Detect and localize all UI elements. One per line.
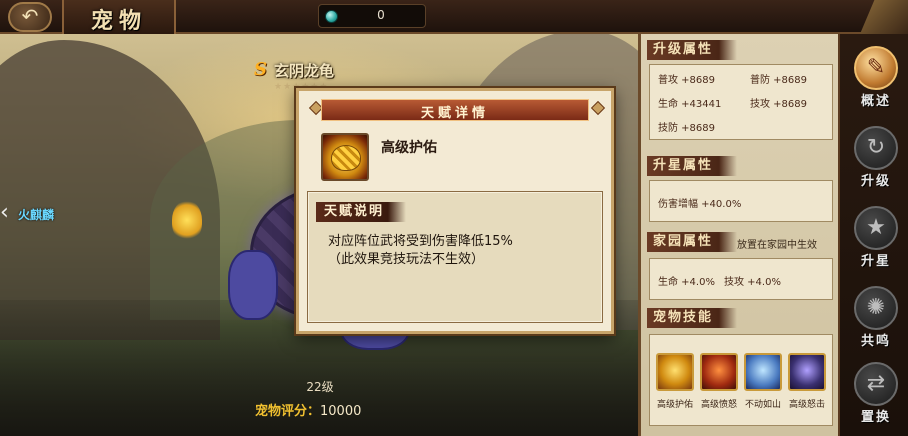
page-title: 宠物 xyxy=(90,8,147,34)
skill-label: 高级怒击 xyxy=(788,400,825,410)
tab-star[interactable]: ★ 升星 xyxy=(852,206,900,276)
prev-pet-name[interactable]: 火麒麟 xyxy=(18,206,54,223)
upgrade-attributes-title: 升级属性 xyxy=(647,40,738,60)
tab-label: 升级 xyxy=(860,174,891,189)
talent-description-line: 对应阵位武将受到伤害降低15% xyxy=(328,234,513,249)
pet-claw xyxy=(228,250,278,320)
prev-pet-arrow-icon[interactable]: ‹ xyxy=(0,195,16,231)
stat-value: 普防 +8689 xyxy=(750,75,808,86)
title-plate: 宠物 xyxy=(62,0,176,34)
side-tab-column: ✎ 概述 ↻ 升级 ★ 升星 ✺ 共鸣 ⇄ 置换 xyxy=(838,34,908,436)
top-bar: ↶ 宠物 0 xyxy=(0,0,908,34)
gem-icon xyxy=(325,10,338,23)
talent-description-box: 天赋说明 对应阵位武将受到伤害降低15% （此效果竞技玩法不生效） xyxy=(307,191,603,323)
talent-detail-dialog: 天赋详情 高级护佑 天赋说明 对应阵位武将受到伤害降低15% （此效果竞技玩法不… xyxy=(296,88,614,334)
stat-value: 技攻 +4.0% xyxy=(724,277,781,288)
scroll-icon: ✎ xyxy=(854,46,898,90)
currency-display: 0 xyxy=(318,4,426,28)
skill-strike-icon[interactable] xyxy=(788,353,826,391)
home-attributes-title: 家园属性 xyxy=(647,232,738,252)
tab-label: 概述 xyxy=(860,94,891,109)
tab-upgrade[interactable]: ↻ 升级 xyxy=(852,126,900,196)
upgrade-icon: ↻ xyxy=(854,126,898,170)
stat-value: 伤害增幅 +40.0% xyxy=(658,199,742,210)
back-arrow-icon: ↶ xyxy=(21,4,39,28)
tab-resonance[interactable]: ✺ 共鸣 xyxy=(852,286,900,356)
pet-level: 22级 xyxy=(306,380,334,394)
star-icon: ★ xyxy=(854,206,898,250)
swap-icon: ⇄ xyxy=(854,362,898,406)
resonance-icon: ✺ xyxy=(854,286,898,330)
home-attributes-note: 放置在家园中生效 xyxy=(737,240,817,251)
talent-name: 高级护佑 xyxy=(381,140,437,156)
tab-label: 升星 xyxy=(860,254,891,269)
grade-s-icon: S xyxy=(254,59,267,80)
talent-description-line: （此效果竞技玩法不生效） xyxy=(328,252,485,267)
skill-rage-icon[interactable] xyxy=(700,353,738,391)
pet-score: 宠物评分：10000 xyxy=(255,400,361,419)
dialog-title: 天赋详情 xyxy=(420,106,489,121)
skill-label: 高级护佑 xyxy=(656,400,693,410)
stat-value: 生命 +4.0% xyxy=(658,277,715,288)
star-attributes-box: 伤害增幅 +40.0% xyxy=(649,180,833,222)
back-button[interactable]: ↶ xyxy=(8,2,52,32)
stat-value: 普攻 +8689 xyxy=(658,75,716,86)
corner-ornament xyxy=(860,0,908,34)
stat-value: 技攻 +8689 xyxy=(750,99,808,110)
pet-score-label: 宠物评分： xyxy=(255,404,321,419)
tab-swap[interactable]: ⇄ 置换 xyxy=(852,362,900,432)
tab-label: 置换 xyxy=(860,410,891,425)
skill-steadfast-icon[interactable] xyxy=(744,353,782,391)
skill-protect-icon[interactable] xyxy=(656,353,694,391)
skill-label: 不动如山 xyxy=(744,400,781,410)
stat-value: 技防 +8689 xyxy=(658,123,716,134)
stat-value: 生命 +43441 xyxy=(658,99,722,110)
skill-label: 高级愤怒 xyxy=(700,400,737,410)
attribute-panel: 升级属性 普攻 +8689 普防 +8689 生命 +43441 技攻 +868… xyxy=(638,34,838,436)
pet-score-value: 10000 xyxy=(320,404,362,419)
home-attributes-box: 生命 +4.0% 技攻 +4.0% xyxy=(649,258,833,300)
upgrade-attributes-box: 普攻 +8689 普防 +8689 生命 +43441 技攻 +8689 技防 … xyxy=(649,64,833,140)
pet-flame-effect xyxy=(172,200,202,240)
header-ornament xyxy=(590,100,606,116)
pet-name: 玄阴龙龟 xyxy=(274,62,335,80)
pet-skills-title: 宠物技能 xyxy=(647,308,738,328)
pet-skills-box: 高级护佑 高级愤怒 不动如山 高级怒击 xyxy=(649,334,833,426)
talent-shell-icon xyxy=(321,133,369,181)
dialog-header: 天赋详情 xyxy=(321,99,589,121)
tab-overview[interactable]: ✎ 概述 xyxy=(852,46,900,116)
currency-value: 0 xyxy=(377,8,385,22)
talent-description-label: 天赋说明 xyxy=(316,202,407,222)
tab-label: 共鸣 xyxy=(860,334,891,349)
star-attributes-title: 升星属性 xyxy=(647,156,738,176)
